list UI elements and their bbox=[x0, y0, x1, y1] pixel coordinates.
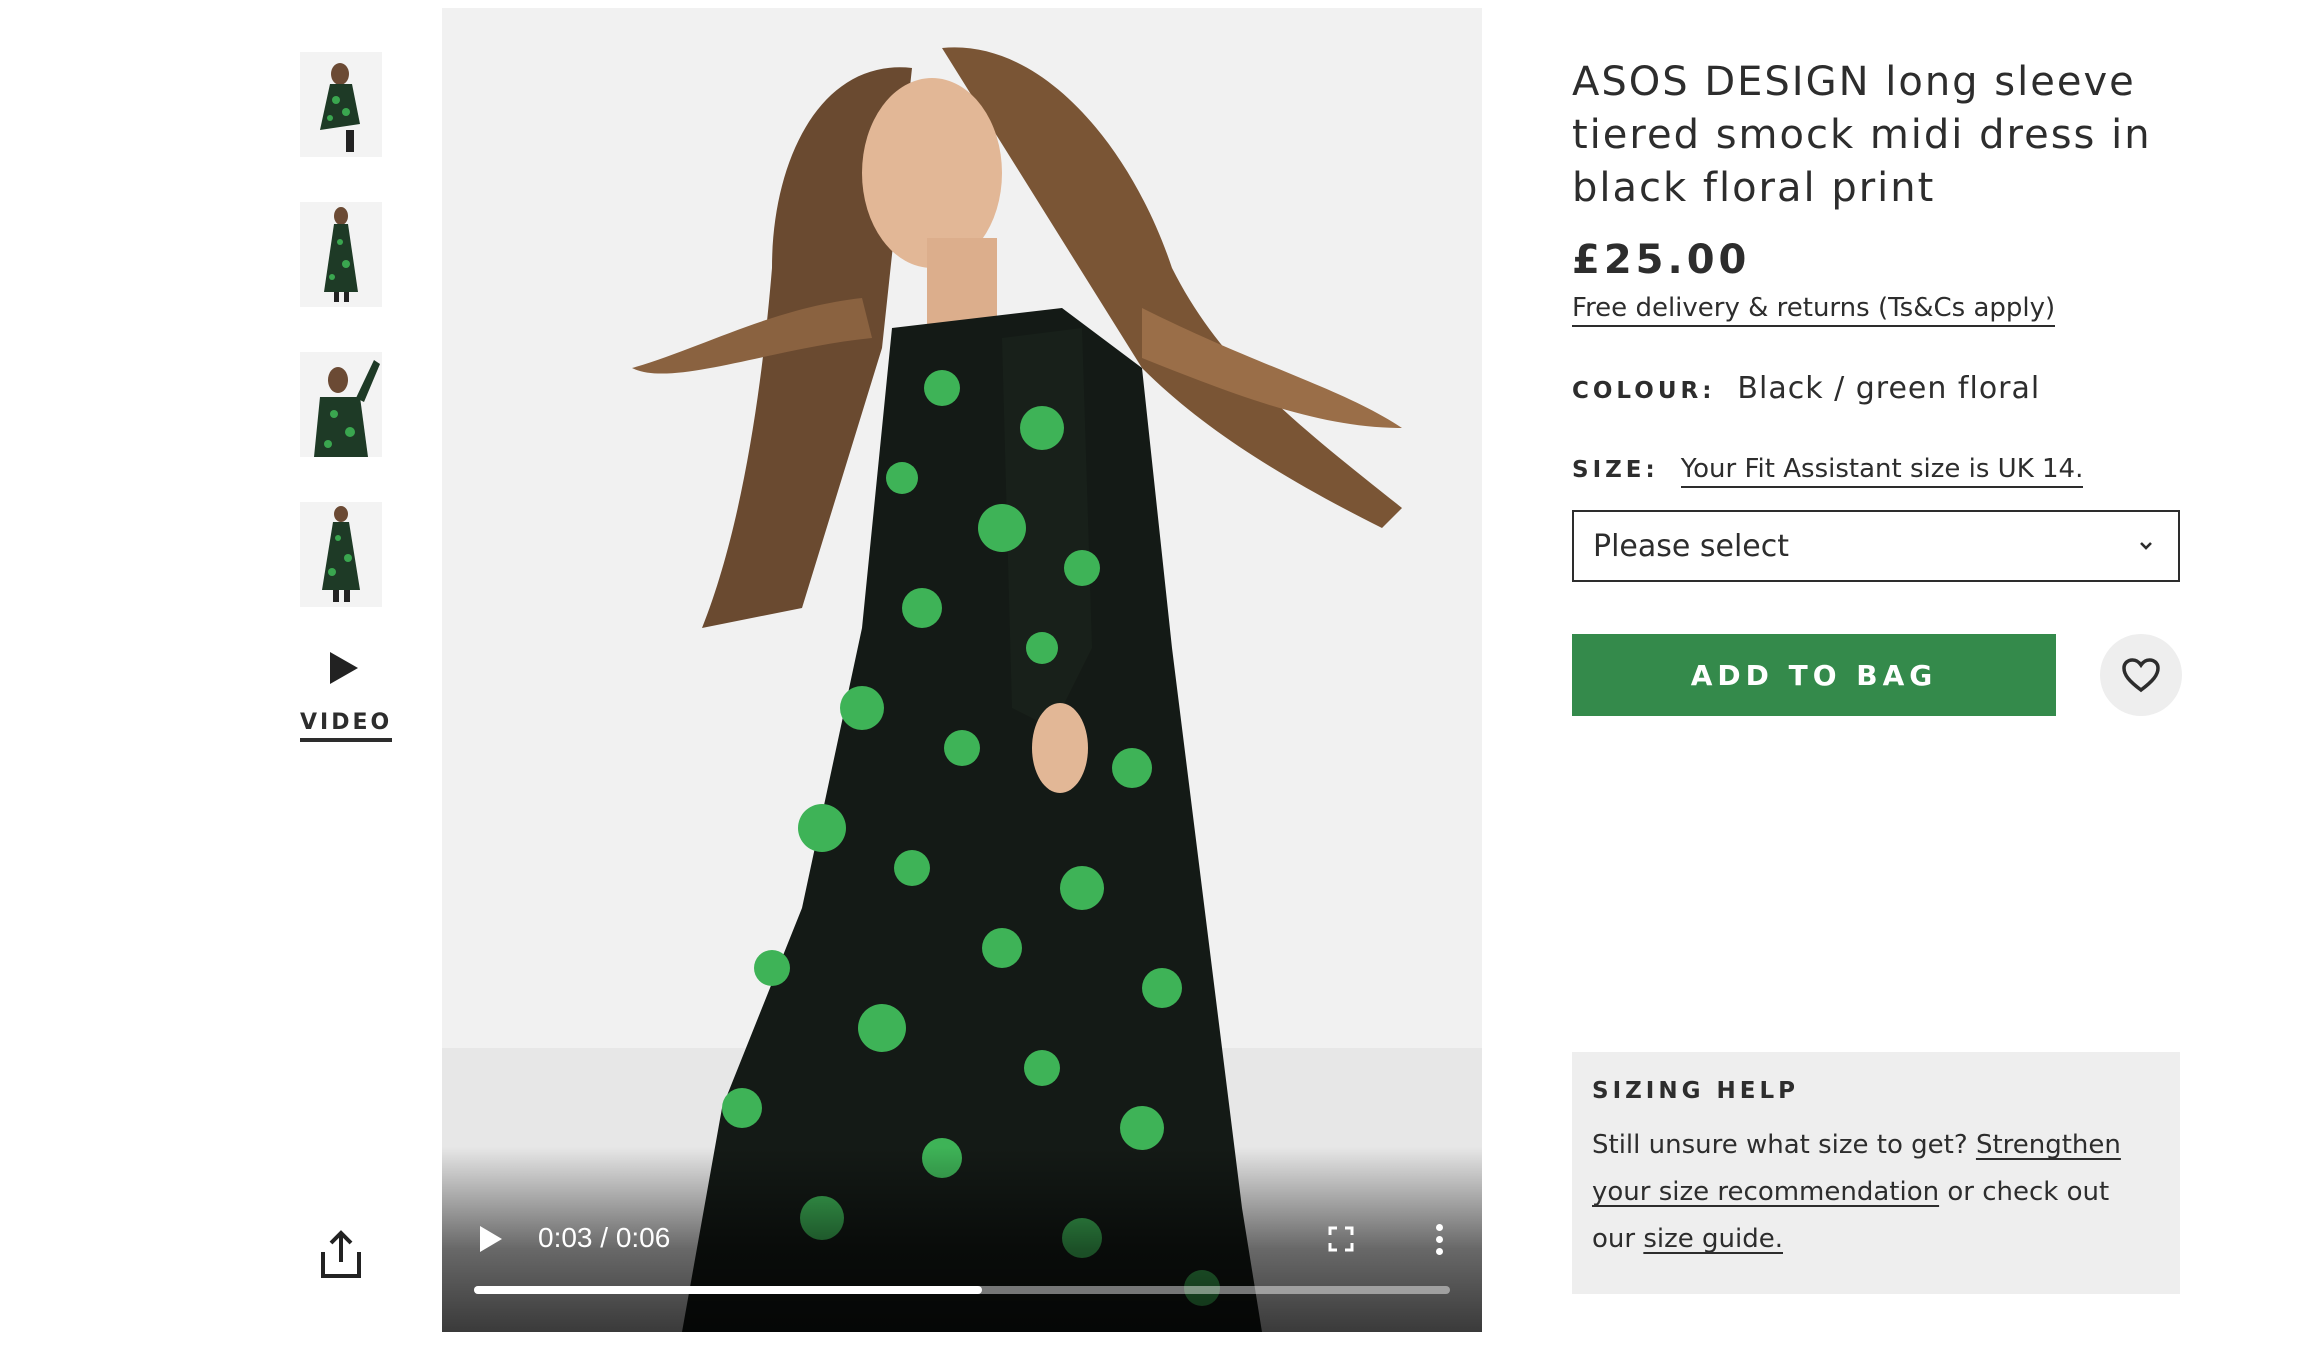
size-label: SIZE: bbox=[1572, 457, 1659, 483]
thumbnail-image[interactable] bbox=[300, 502, 382, 607]
colour-label: COLOUR: bbox=[1572, 378, 1716, 404]
thumbnail-list: VIDEO bbox=[300, 52, 393, 742]
video-label: VIDEO bbox=[300, 710, 393, 742]
thumbnail-picture bbox=[300, 202, 382, 307]
product-price: £25.00 bbox=[1572, 237, 1751, 283]
add-to-bag-button[interactable]: ADD TO BAG bbox=[1572, 634, 2056, 716]
play-icon bbox=[330, 652, 358, 684]
sizing-help-heading: SIZING HELP bbox=[1592, 1078, 1799, 1104]
video-progress-fill bbox=[474, 1286, 982, 1294]
colour-value: Black / green floral bbox=[1737, 371, 2041, 406]
size-select-value: Please select bbox=[1593, 529, 1790, 564]
play-icon[interactable] bbox=[480, 1226, 502, 1252]
size-select[interactable]: Please select bbox=[1572, 510, 2180, 582]
product-details: ASOS DESIGN long sleeve tiered smock mid… bbox=[1572, 56, 2184, 716]
thumbnail-picture bbox=[300, 502, 382, 607]
thumbnail-image[interactable] bbox=[300, 352, 382, 457]
product-video-player[interactable]: 0:03 / 0:06 bbox=[442, 8, 1482, 1332]
heart-icon bbox=[2122, 658, 2160, 693]
delivery-link[interactable]: Free delivery & returns (Ts&Cs apply) bbox=[1572, 293, 2056, 327]
thumbnail-picture bbox=[300, 52, 382, 157]
thumbnail-picture bbox=[300, 352, 382, 457]
video-progress-bar[interactable] bbox=[474, 1286, 1450, 1294]
buy-row: ADD TO BAG bbox=[1572, 634, 2184, 716]
fullscreen-icon[interactable] bbox=[1328, 1226, 1354, 1252]
video-link[interactable]: VIDEO bbox=[300, 652, 393, 742]
colour-row: COLOUR: Black / green floral bbox=[1572, 371, 2184, 406]
chevron-down-icon bbox=[2140, 542, 2152, 550]
thumbnail-image[interactable] bbox=[300, 52, 382, 157]
video-time: 0:03 / 0:06 bbox=[538, 1222, 671, 1253]
video-frame bbox=[442, 8, 1482, 1332]
size-guide-link[interactable]: size guide. bbox=[1643, 1224, 1783, 1254]
fit-assistant-link[interactable]: Your Fit Assistant size is UK 14. bbox=[1680, 454, 2084, 488]
sizing-help-text: Still unsure what size to get? Strengthe… bbox=[1592, 1122, 2160, 1263]
thumbnail-image[interactable] bbox=[300, 202, 382, 307]
product-title: ASOS DESIGN long sleeve tiered smock mid… bbox=[1572, 59, 2152, 211]
sizing-help-intro: Still unsure what size to get? bbox=[1592, 1130, 1976, 1160]
video-controls: 0:03 / 0:06 bbox=[442, 1147, 1482, 1332]
sizing-help-panel: SIZING HELP Still unsure what size to ge… bbox=[1572, 1052, 2180, 1294]
share-icon[interactable] bbox=[318, 1230, 364, 1280]
size-row: SIZE: Your Fit Assistant size is UK 14. bbox=[1572, 454, 2184, 488]
more-options-icon[interactable] bbox=[1434, 1224, 1444, 1256]
product-page: VIDEO 0:03 / 0:06 ASOS DESIGN long sleev… bbox=[0, 0, 2320, 1348]
wishlist-button[interactable] bbox=[2100, 634, 2182, 716]
